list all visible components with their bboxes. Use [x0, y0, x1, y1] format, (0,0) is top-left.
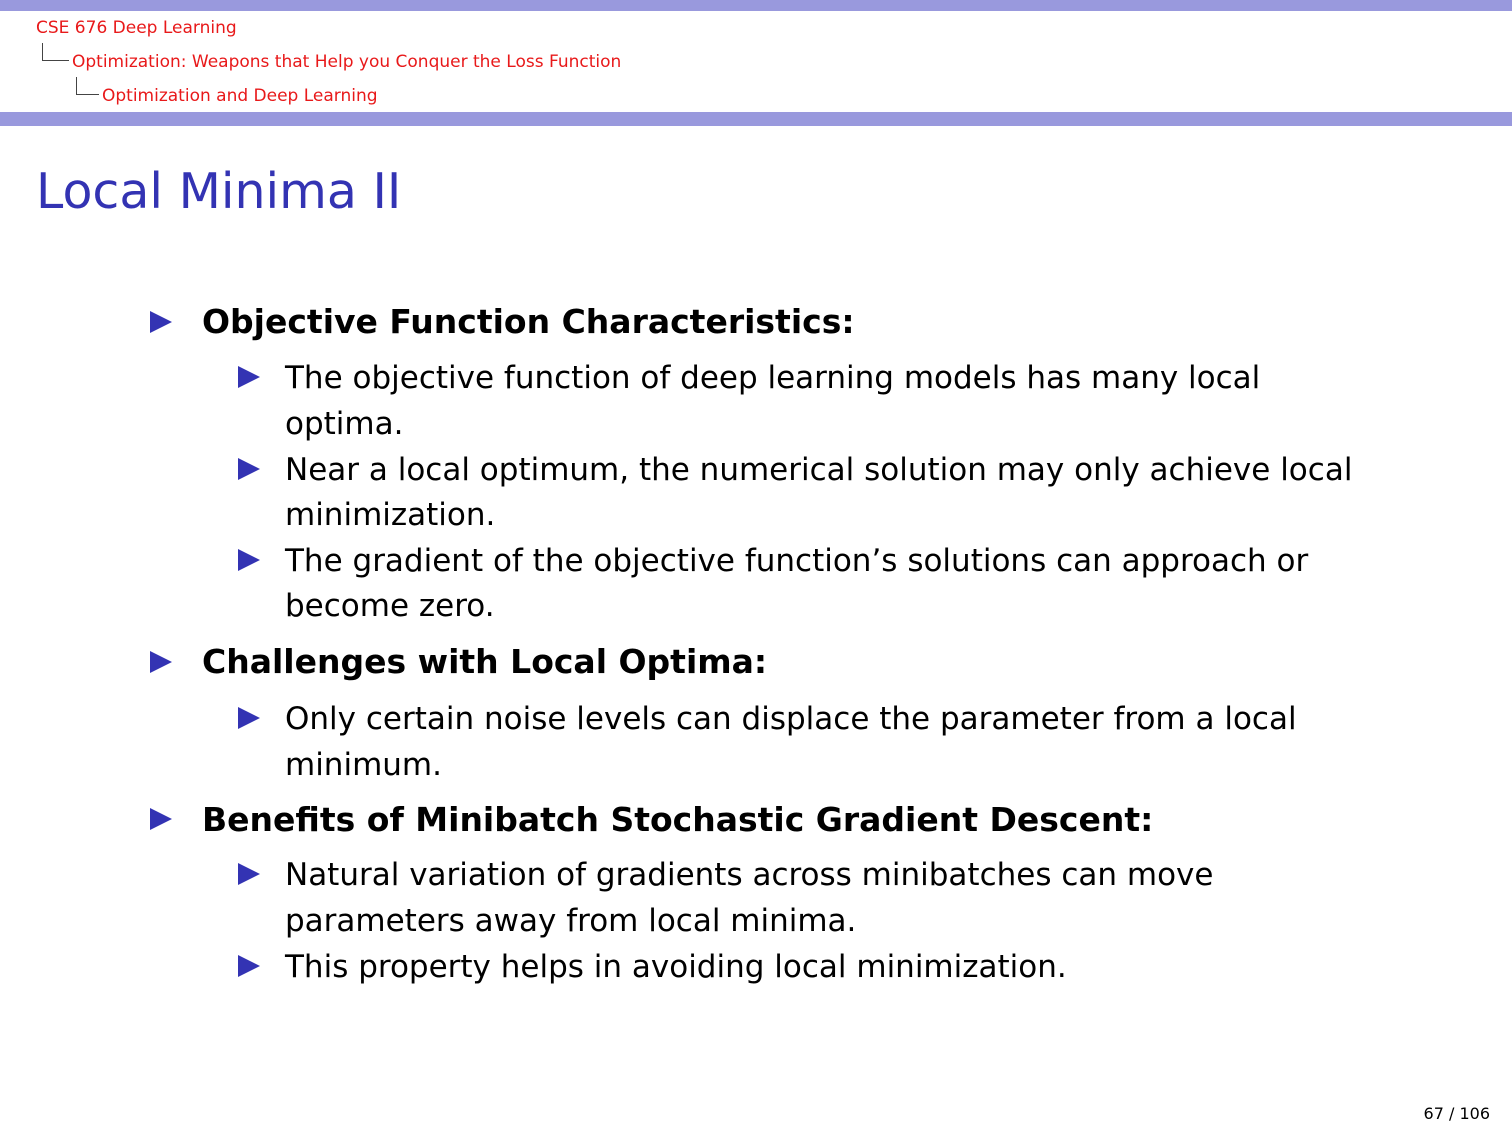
list-item-line: Near a local optimum, the numerical solu… — [285, 452, 1353, 488]
triangle-bullet-icon — [150, 651, 172, 673]
triangle-bullet-icon — [238, 863, 260, 885]
section-heading: Challenges with Local Optima: — [202, 642, 768, 681]
breadcrumb-subsection[interactable]: Optimization and Deep Learning — [102, 86, 378, 106]
list-item-line: Natural variation of gradients across mi… — [285, 857, 1214, 893]
list-item-line: The gradient of the objective function’s… — [285, 543, 1309, 579]
list-item-line: parameters away from local minima. — [285, 903, 857, 939]
breadcrumb-course[interactable]: CSE 676 Deep Learning — [36, 18, 237, 38]
section-heading: Objective Function Characteristics: — [202, 302, 855, 341]
list-item-line: The objective function of deep learning … — [285, 360, 1261, 396]
list-item-line: Only certain noise levels can displace t… — [285, 701, 1297, 737]
list-item-line: minimum. — [285, 747, 442, 783]
triangle-bullet-icon — [238, 707, 260, 729]
list-item-line: This property helps in avoiding local mi… — [285, 949, 1067, 985]
triangle-bullet-icon — [238, 366, 260, 388]
triangle-bullet-icon — [238, 458, 260, 480]
breadcrumb-tree-connector — [42, 43, 69, 61]
page-number: 67 / 106 — [1423, 1104, 1490, 1123]
triangle-bullet-icon — [150, 311, 172, 333]
section-heading: Benefits of Minibatch Stochastic Gradien… — [202, 800, 1154, 839]
header-bottom-band — [0, 112, 1512, 126]
breadcrumb-tree-connector — [76, 77, 99, 95]
header-top-band — [0, 0, 1512, 11]
slide-title: Local Minima II — [36, 163, 402, 220]
list-item-line: optima. — [285, 406, 404, 442]
breadcrumb-section[interactable]: Optimization: Weapons that Help you Conq… — [72, 52, 621, 72]
list-item-line: become zero. — [285, 588, 495, 624]
list-item-line: minimization. — [285, 497, 496, 533]
triangle-bullet-icon — [150, 808, 172, 830]
triangle-bullet-icon — [238, 549, 260, 571]
triangle-bullet-icon — [238, 955, 260, 977]
